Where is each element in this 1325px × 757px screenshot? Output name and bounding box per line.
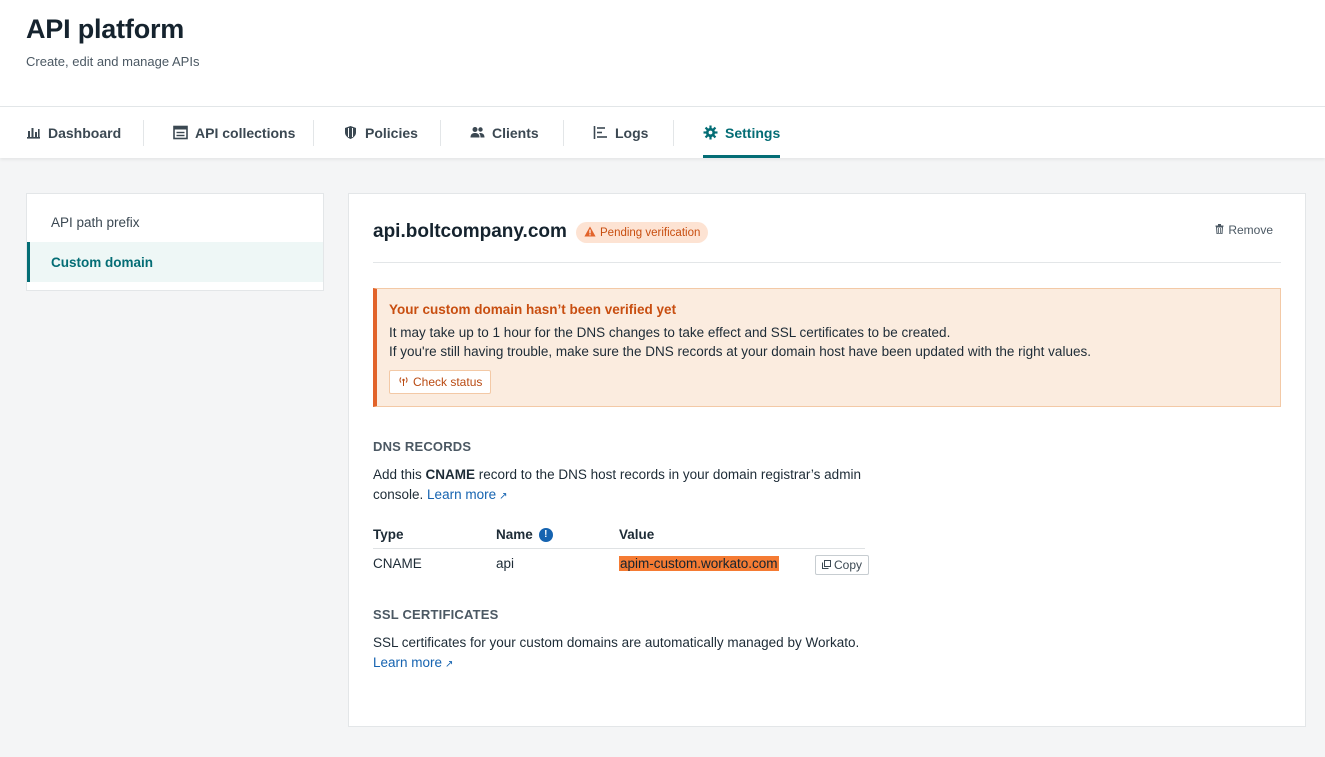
check-status-button[interactable]: Check status [389, 370, 492, 394]
tab-label: Settings [725, 124, 781, 141]
tab-clients[interactable]: Clients [470, 107, 539, 158]
tab-label: Policies [365, 124, 418, 141]
dns-description-text: console. [373, 487, 428, 502]
record-name: api [496, 556, 515, 571]
dns-description: Add this CNAME record to the DNS host re… [373, 465, 861, 507]
record-value-text: apim-custom.workato.com [619, 556, 779, 571]
collection-icon [173, 125, 188, 140]
tab-api-collections[interactable]: API collections [173, 107, 295, 158]
table-header-divider [373, 548, 865, 549]
remove-label: Remove [1228, 223, 1273, 237]
users-icon [470, 125, 485, 140]
dns-description-text: record to the DNS host records in your d… [475, 467, 861, 482]
divider [373, 262, 1281, 263]
tab-label: Clients [492, 124, 539, 141]
tab-bar: Dashboard API collections Policies Clien… [0, 107, 1325, 158]
ssl-description: SSL certificates for your custom domains… [373, 633, 859, 675]
custom-domain-panel: api.boltcompany.com Pending verification… [348, 193, 1306, 727]
check-status-label: Check status [413, 375, 483, 389]
column-header-type: Type [373, 527, 404, 542]
tab-divider [563, 120, 564, 146]
tab-divider [440, 120, 441, 146]
tab-divider [313, 120, 314, 146]
dns-learn-more-link[interactable]: Learn more ↗ [427, 487, 507, 502]
signal-icon [398, 375, 409, 389]
dns-records-heading: DNS RECORDS [373, 439, 472, 454]
domain-name: api.boltcompany.com [373, 221, 567, 242]
record-value[interactable]: apim-custom.workato.com [619, 556, 779, 571]
gear-icon [703, 125, 718, 140]
remove-button[interactable]: Remove [1215, 223, 1273, 237]
tab-divider [673, 120, 674, 146]
column-header-value: Value [619, 527, 655, 542]
external-link-icon: ↗ [445, 659, 454, 670]
trash-icon [1215, 223, 1224, 237]
record-type: CNAME [373, 556, 422, 571]
info-icon[interactable]: ! [538, 527, 553, 542]
alert-message: If you're still having trouble, make sur… [389, 344, 1091, 359]
copy-button[interactable]: Copy [815, 555, 870, 575]
page-header: API platform Create, edit and manage API… [0, 0, 1325, 107]
tab-settings[interactable]: Settings [703, 107, 781, 158]
copy-icon [822, 558, 831, 572]
alert-title: Your custom domain hasn’t been verified … [389, 302, 677, 317]
warning-icon [584, 226, 596, 240]
settings-sidebar: API path prefix Custom domain [26, 193, 324, 291]
ssl-learn-more-link[interactable]: Learn more ↗ [373, 655, 453, 670]
page-title: API platform [26, 14, 185, 44]
status-badge: Pending verification [576, 222, 709, 243]
shield-icon [343, 125, 358, 140]
ssl-certificates-heading: SSL CERTIFICATES [373, 607, 499, 622]
tab-label: Logs [615, 124, 649, 141]
verification-alert: Your custom domain hasn’t been verified … [373, 288, 1281, 407]
bar-chart-icon [26, 125, 41, 140]
page-subtitle: Create, edit and manage APIs [26, 54, 200, 69]
column-header-name: Name ! [496, 527, 553, 542]
ssl-description-text: SSL certificates for your custom domains… [373, 635, 860, 650]
tab-label: Dashboard [48, 124, 122, 141]
sidebar-item-api-path-prefix[interactable]: API path prefix [27, 202, 323, 242]
dns-description-text: Add this [373, 467, 426, 482]
sidebar-item-custom-domain[interactable]: Custom domain [27, 242, 323, 282]
external-link-icon: ↗ [499, 491, 508, 502]
tab-logs[interactable]: Logs [593, 107, 648, 158]
logs-icon [593, 125, 608, 140]
status-badge-label: Pending verification [600, 226, 701, 239]
tab-policies[interactable]: Policies [343, 107, 418, 158]
tab-dashboard[interactable]: Dashboard [26, 107, 121, 158]
learn-more-label: Learn more [373, 655, 443, 670]
tab-divider [143, 120, 144, 146]
dns-record-type-emphasis: CNAME [425, 467, 476, 482]
alert-message: It may take up to 1 hour for the DNS cha… [389, 325, 951, 340]
copy-label: Copy [834, 558, 863, 572]
learn-more-label: Learn more [427, 487, 497, 502]
tab-label: API collections [195, 124, 296, 141]
column-header-label: Name [496, 527, 533, 542]
